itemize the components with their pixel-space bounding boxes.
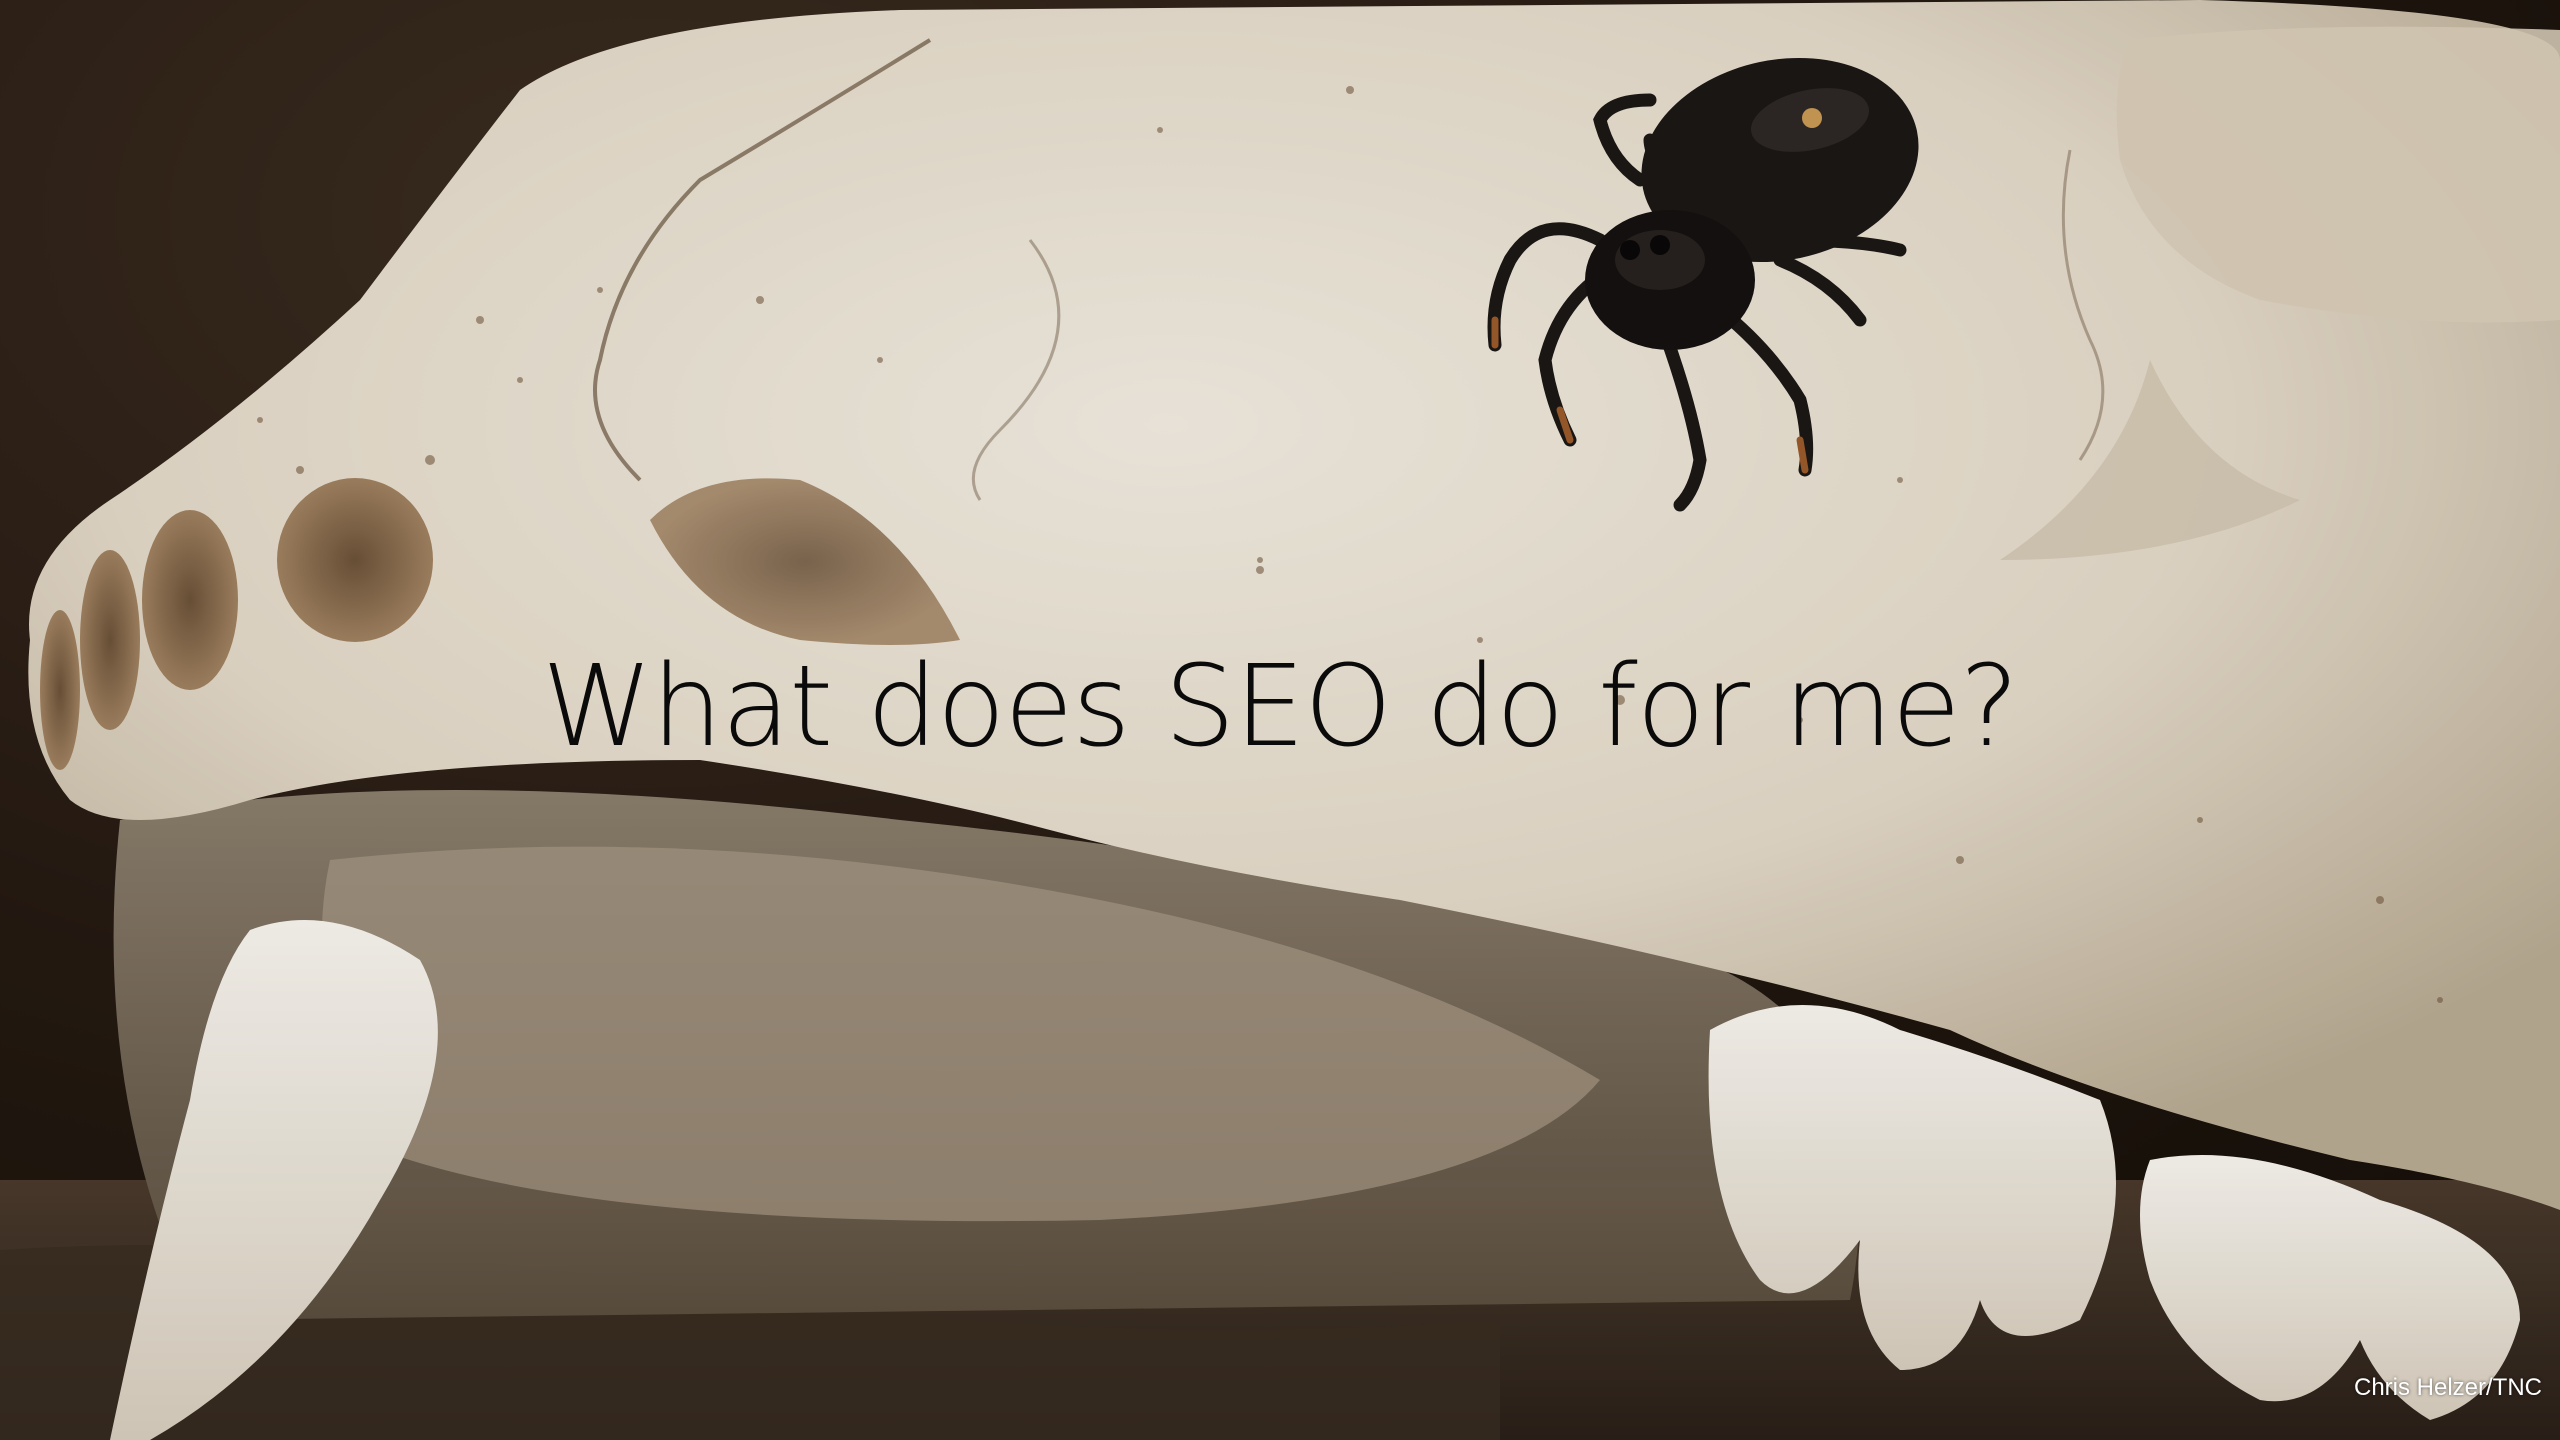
slide-title: What does SEO do for me? bbox=[541, 642, 2019, 772]
photo-credit: Chris Helzer/TNC bbox=[2353, 1374, 2542, 1401]
slide: What does SEO do for me? Chris Helzer/TN… bbox=[0, 0, 2560, 1440]
